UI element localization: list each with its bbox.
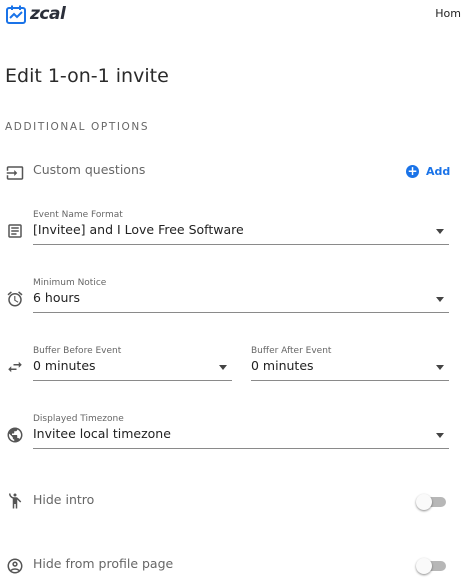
- buffer-after-label: Buffer After Event: [251, 346, 332, 356]
- toggle-thumb: [416, 494, 432, 510]
- displayed-timezone-select[interactable]: Displayed Timezone Invitee local timezon…: [33, 414, 449, 449]
- add-button-label: Add: [426, 165, 451, 178]
- custom-questions-label: Custom questions: [33, 162, 146, 177]
- dropdown-arrow-icon: [436, 433, 444, 438]
- buffer-before-value: 0 minutes: [33, 358, 96, 373]
- dropdown-arrow-icon: [436, 365, 444, 370]
- minimum-notice-label: Minimum Notice: [33, 278, 107, 288]
- input-arrow-icon: [6, 164, 24, 182]
- calendar-logo-icon: [6, 5, 26, 24]
- hide-intro-toggle[interactable]: [416, 494, 446, 510]
- hide-intro-label: Hide intro: [33, 492, 95, 507]
- logo-text: zcal: [30, 4, 66, 24]
- dropdown-arrow-icon: [436, 229, 444, 234]
- displayed-timezone-label: Displayed Timezone: [33, 414, 124, 424]
- toggle-thumb: [416, 558, 432, 574]
- person-wave-icon: [6, 492, 24, 510]
- nav-home-link[interactable]: Hom: [435, 7, 461, 20]
- alarm-clock-icon: [6, 290, 24, 308]
- event-name-format-label: Event Name Format: [33, 210, 123, 220]
- page-title: Edit 1-on-1 invite: [5, 65, 169, 87]
- buffer-before-label: Buffer Before Event: [33, 346, 122, 356]
- hide-from-profile-toggle[interactable]: [416, 558, 446, 574]
- minimum-notice-select[interactable]: Minimum Notice 6 hours: [33, 278, 449, 313]
- add-question-button[interactable]: + Add: [406, 165, 450, 178]
- buffer-before-select[interactable]: Buffer Before Event 0 minutes: [33, 346, 232, 381]
- dropdown-arrow-icon: [436, 297, 444, 302]
- event-name-format-value: [Invitee] and I Love Free Software: [33, 222, 244, 237]
- buffer-after-select[interactable]: Buffer After Event 0 minutes: [251, 346, 449, 381]
- displayed-timezone-value: Invitee local timezone: [33, 426, 171, 441]
- add-circle-icon: +: [406, 164, 419, 178]
- buffer-after-value: 0 minutes: [251, 358, 314, 373]
- section-heading: ADDITIONAL OPTIONS: [5, 121, 150, 133]
- minimum-notice-value: 6 hours: [33, 290, 81, 305]
- event-name-format-select[interactable]: Event Name Format [Invitee] and I Love F…: [33, 210, 449, 245]
- dropdown-arrow-icon: [219, 365, 227, 370]
- hide-from-profile-label: Hide from profile page: [33, 556, 174, 571]
- zcal-logo[interactable]: zcal: [6, 4, 66, 24]
- globe-icon: [6, 426, 24, 444]
- notes-icon: [6, 222, 24, 240]
- swap-arrows-icon: [6, 358, 24, 376]
- account-circle-icon: [6, 557, 24, 575]
